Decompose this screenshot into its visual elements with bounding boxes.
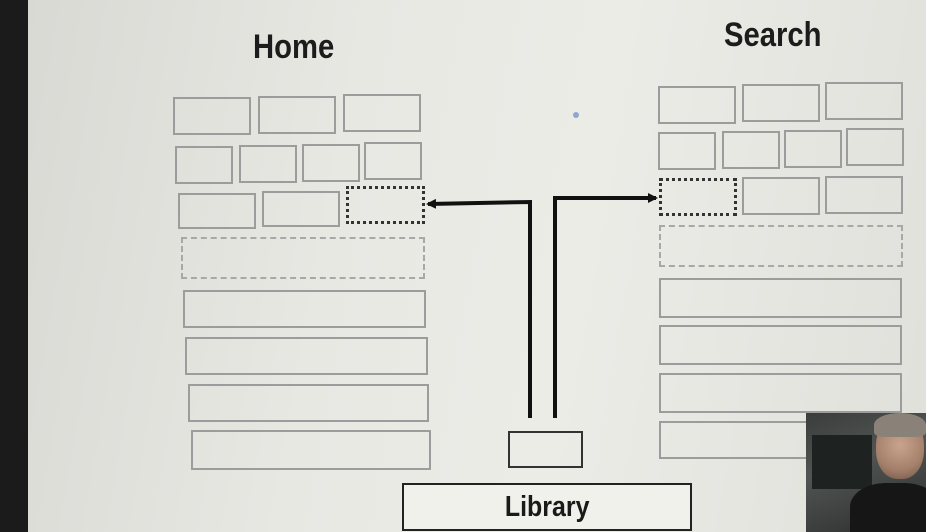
connector-arrows: [426, 193, 658, 418]
library-label: Library: [504, 490, 590, 523]
library-connector-box: [508, 431, 583, 468]
library-box: Library: [402, 483, 692, 531]
webcam-thumbnail-icon: [806, 413, 926, 532]
arrow-to-home: [426, 198, 532, 418]
arrow-to-search: [553, 193, 658, 418]
laser-pointer-dot-icon: [573, 112, 579, 118]
slide: Home Search Library: [28, 0, 926, 532]
